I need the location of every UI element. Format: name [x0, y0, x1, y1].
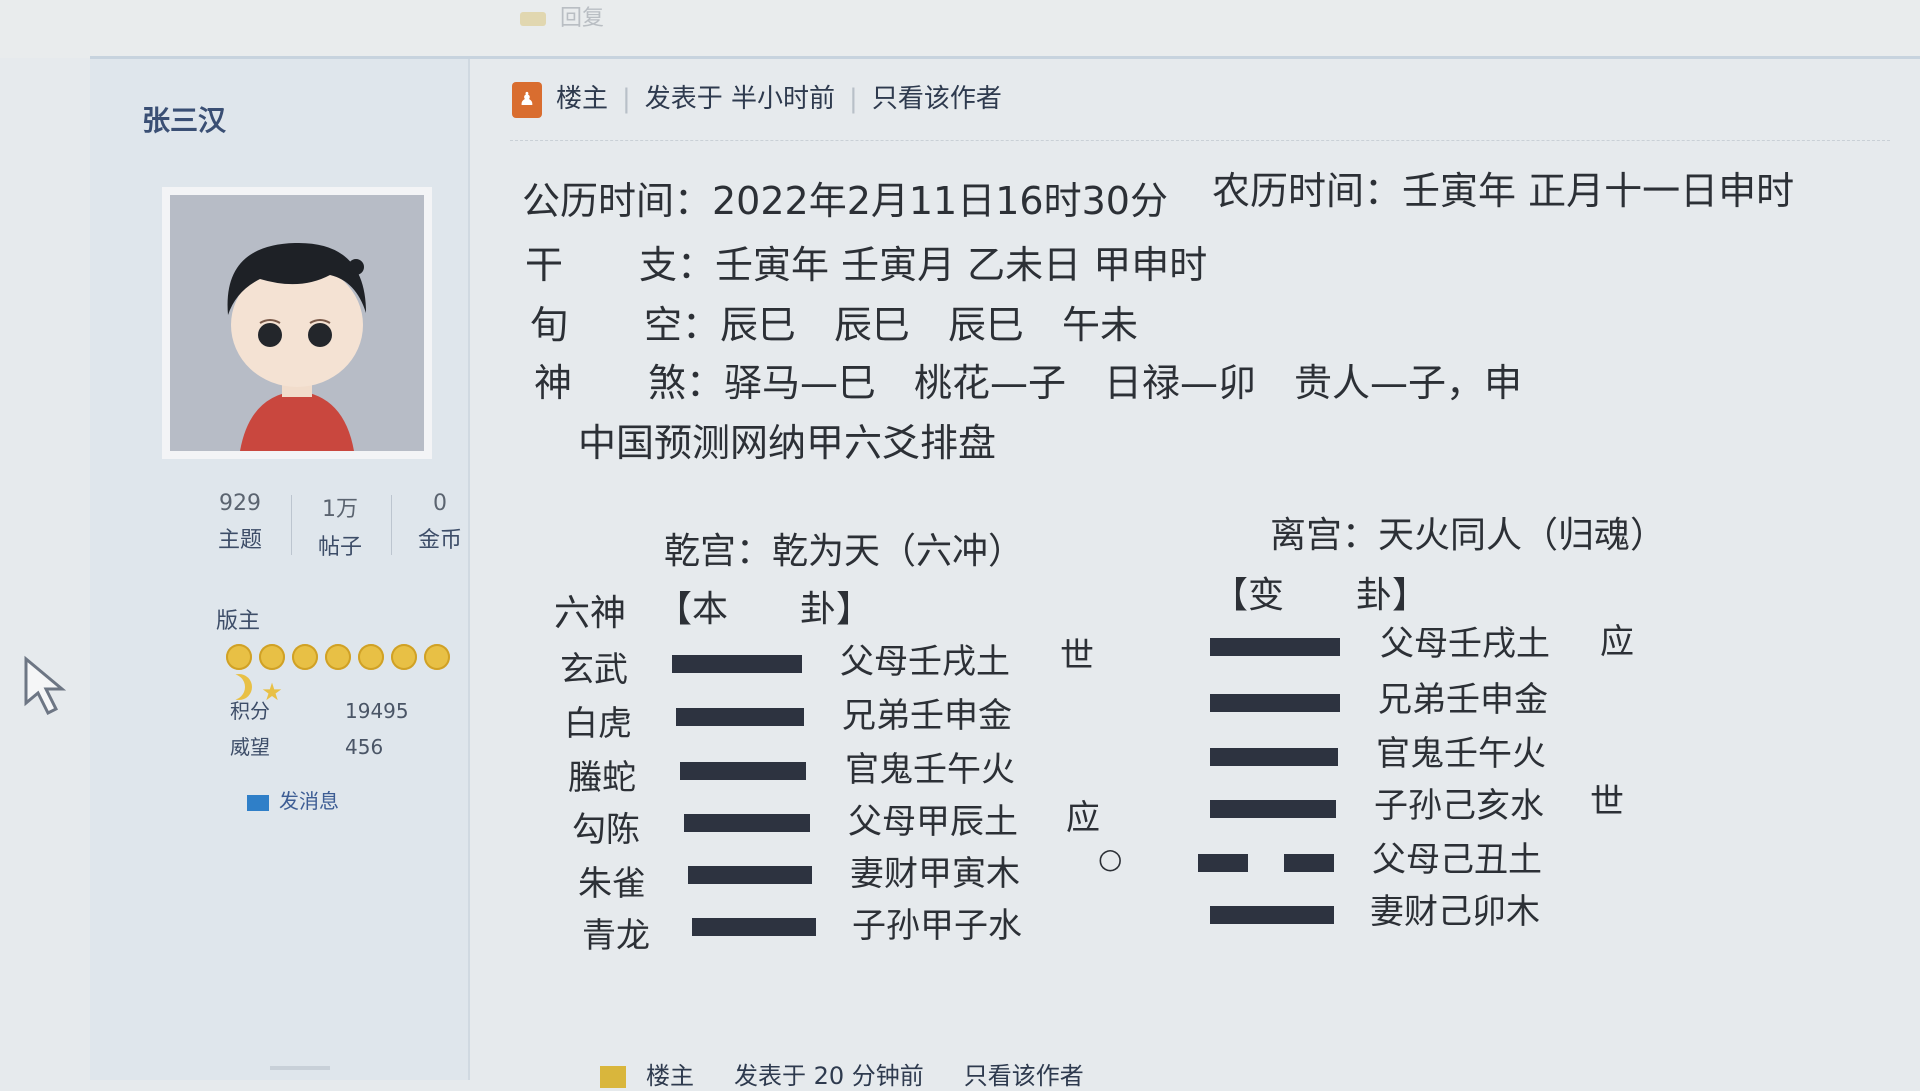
main-yang-line — [672, 655, 802, 673]
author-sidebar: 张三汉 929 主题 1万 帖子 0 金币 版主 ★ 积分 19495 威望 4… — [90, 59, 470, 1080]
rank-title: 版主 — [216, 609, 261, 634]
stat-posts[interactable]: 1万 帖子 — [295, 491, 385, 561]
ganzhi-row: 干 支：壬寅年 壬寅月 乙未日 甲申时 — [525, 243, 1208, 287]
changed-yang-line — [1210, 800, 1336, 818]
send-message-link[interactable]: 发消息 — [247, 785, 339, 814]
changed-hexagram-header: 【变 卦】 — [1212, 575, 1429, 616]
sun-icon — [391, 644, 417, 670]
changed-yang-line — [1210, 694, 1340, 712]
solar-time: 公历时间：2022年2月11日16时30分 — [522, 179, 1168, 223]
reply-icon — [520, 12, 546, 26]
mouse-cursor-icon — [24, 655, 67, 715]
only-author-link[interactable]: 只看该作者 — [964, 1062, 1084, 1090]
only-author-link[interactable]: 只看该作者 — [872, 84, 1002, 114]
sun-icon — [325, 644, 351, 670]
sun-icon — [424, 644, 450, 670]
main-hexagram-header: 【本 卦】 — [656, 589, 873, 630]
main-yang-line — [680, 762, 806, 780]
post-divider — [510, 140, 1890, 142]
liushen-header: 六神 — [554, 593, 627, 634]
changed-hexagram-title: 离宫：天火同人（归魂） — [1270, 515, 1667, 556]
source-line: 中国预测网纳甲六爻排盘 — [578, 421, 997, 465]
main-yang-line — [684, 814, 810, 832]
shensha-row: 神 煞：驿马—巳 桃花—子 日禄—卯 贵人—子，申 — [534, 361, 1523, 405]
main-yang-line — [692, 918, 816, 936]
lunar-time: 农历时间：壬寅年 正月十一日申时 — [1212, 169, 1795, 213]
sun-icon — [226, 644, 252, 670]
main-yang-line — [688, 866, 812, 884]
owner-icon — [600, 1066, 626, 1088]
envelope-icon — [247, 794, 269, 811]
prestige-row: 威望 456 — [230, 735, 384, 759]
changed-yang-line — [1210, 906, 1334, 924]
next-post-header: 楼主 发表于 20 分钟前 只看该作者 — [600, 1056, 1084, 1091]
sun-icon — [358, 644, 384, 670]
author-username[interactable]: 张三汉 — [142, 99, 226, 139]
main-yang-line — [676, 708, 804, 726]
post-header: ♟ 楼主 | 发表于 半小时前 | 只看该作者 — [512, 78, 1002, 118]
next-username-fragment — [270, 1066, 330, 1070]
avatar[interactable] — [162, 187, 432, 459]
owner-icon: ♟ — [512, 81, 542, 118]
stat-divider — [391, 495, 392, 555]
stat-divider — [291, 495, 292, 555]
changed-yin-line-right — [1284, 854, 1334, 872]
post-time: 发表于 半小时前 — [644, 84, 836, 114]
points-row: 积分 19495 — [230, 699, 409, 723]
stat-coins[interactable]: 0 金币 — [395, 491, 485, 554]
sun-icon — [292, 644, 318, 670]
main-hexagram-title: 乾宫：乾为天（六冲） — [664, 531, 1025, 572]
reply-tab[interactable]: 回复 — [520, 0, 720, 31]
xunkong-row: 旬 空：辰巳 辰巳 辰巳 午未 — [530, 303, 1139, 347]
sun-icon — [259, 644, 285, 670]
top-strip: 回复 — [0, 0, 1920, 58]
changed-yang-line — [1210, 638, 1340, 656]
moving-line-marker: ○ — [1098, 842, 1123, 875]
changed-yang-line — [1210, 748, 1338, 766]
changed-yin-line-left — [1198, 854, 1248, 872]
stat-topics[interactable]: 929 主题 — [195, 491, 285, 554]
